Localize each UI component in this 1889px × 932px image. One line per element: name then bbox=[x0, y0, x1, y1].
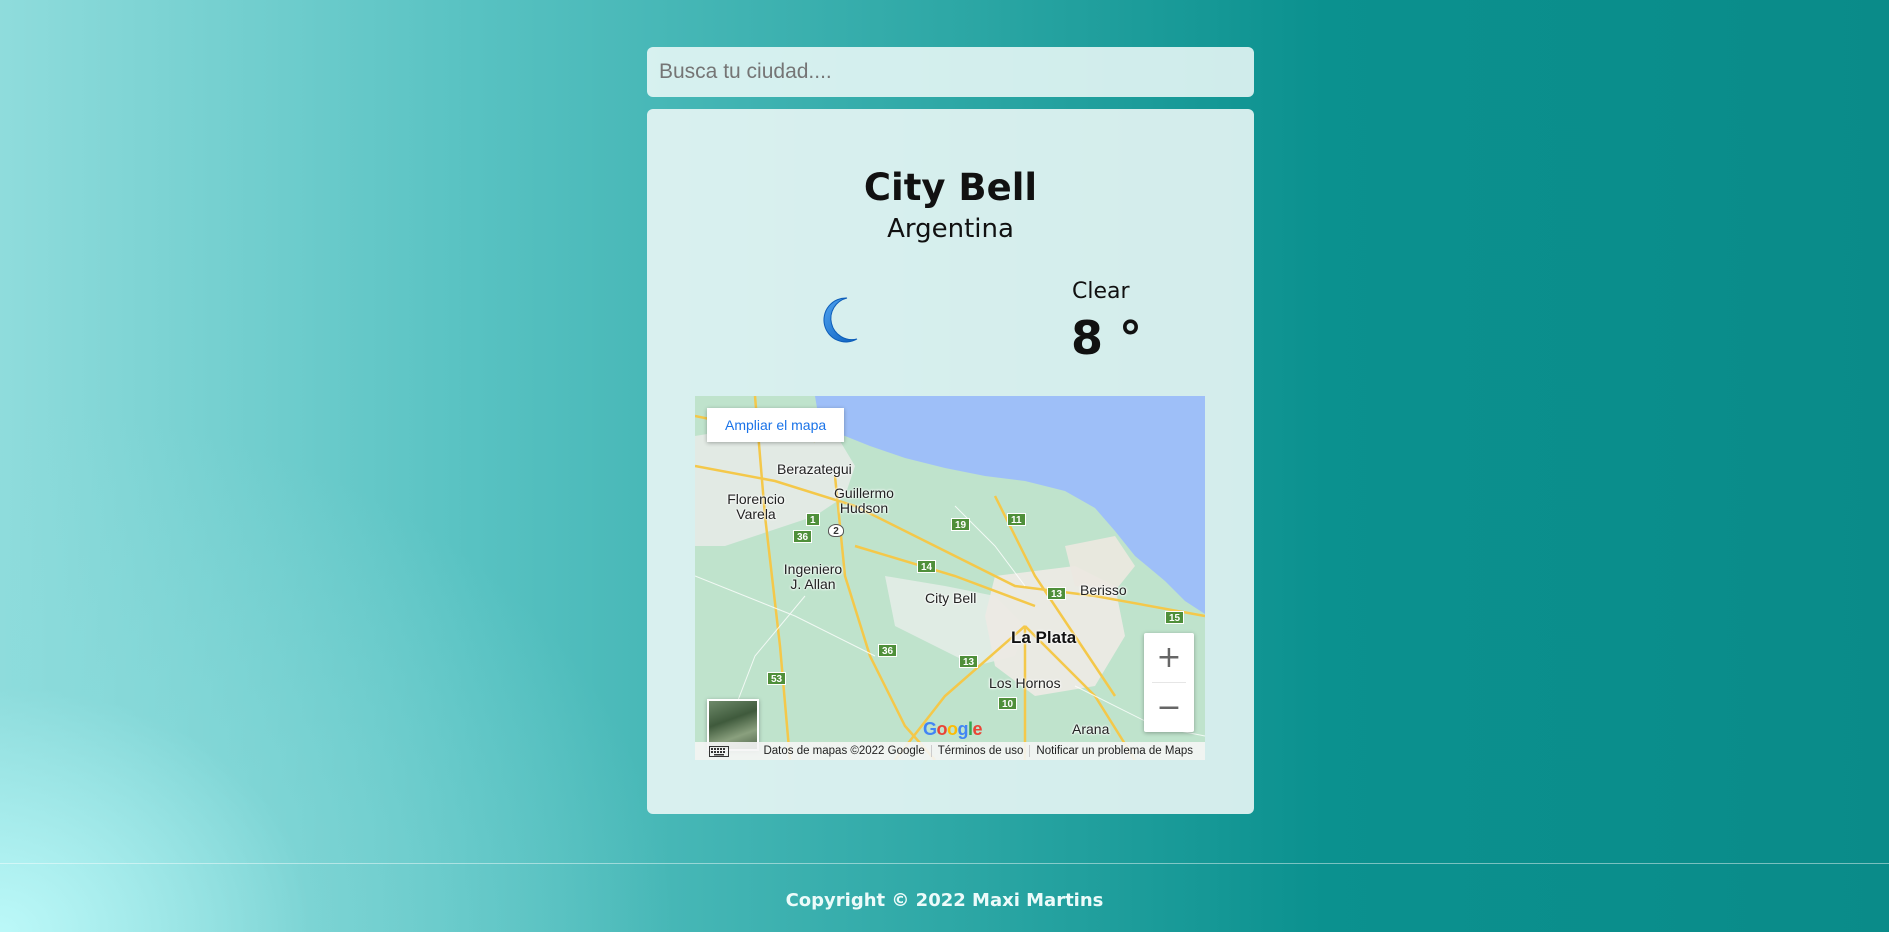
expand-map-button[interactable]: Ampliar el mapa bbox=[707, 408, 845, 442]
map-label-los-hornos: Los Hornos bbox=[989, 675, 1061, 691]
zoom-control: + − bbox=[1144, 633, 1194, 732]
country-name: Argentina bbox=[887, 214, 1014, 244]
terms-of-use-link[interactable]: Términos de uso bbox=[930, 745, 1030, 757]
route-marker: 53 bbox=[767, 672, 787, 685]
search-container bbox=[647, 47, 1254, 97]
map-label-la-plata: La Plata bbox=[1011, 628, 1077, 647]
route-marker: 36 bbox=[793, 530, 813, 543]
footer-divider bbox=[0, 863, 1889, 864]
search-input[interactable] bbox=[647, 47, 1254, 97]
weather-condition: Clear bbox=[1072, 279, 1130, 304]
map-label-ingeniero-allan: Ingeniero J. Allan bbox=[783, 561, 843, 592]
footer-copyright: Copyright © 2022 Maxi Martins bbox=[785, 890, 1104, 911]
route-marker: 19 bbox=[951, 518, 971, 531]
map-canvas[interactable] bbox=[695, 396, 1205, 760]
google-logo: Google bbox=[923, 719, 983, 739]
route-marker: 2 bbox=[828, 524, 844, 537]
map-label-berazategui: Berazategui bbox=[777, 461, 852, 477]
map-label-arana: Arana bbox=[1072, 721, 1110, 737]
route-marker: 13 bbox=[1047, 587, 1067, 600]
route-marker: 36 bbox=[878, 644, 898, 657]
route-marker: 15 bbox=[1165, 611, 1185, 624]
report-problem-link[interactable]: Notificar un problema de Maps bbox=[1029, 745, 1199, 757]
city-name: City Bell bbox=[863, 166, 1038, 209]
zoom-in-button[interactable]: + bbox=[1144, 633, 1194, 682]
route-marker: 13 bbox=[959, 655, 979, 668]
route-marker: 11 bbox=[1007, 513, 1026, 526]
map-embed[interactable]: Berazategui Florencio Varela Guillermo H… bbox=[695, 396, 1205, 760]
zoom-out-button[interactable]: − bbox=[1144, 683, 1194, 732]
map-label-city-bell: City Bell bbox=[925, 590, 977, 606]
map-label-berisso: Berisso bbox=[1080, 582, 1127, 598]
map-label-guillermo-hudson: Guillermo Hudson bbox=[834, 485, 894, 516]
map-label-florencio-varela: Florencio Varela bbox=[727, 491, 785, 522]
map-data-attribution: Datos de mapas ©2022 Google bbox=[763, 745, 925, 757]
route-marker: 1 bbox=[806, 513, 820, 526]
weather-card: City Bell Argentina Clear 8 ° Berazategu… bbox=[647, 109, 1254, 814]
route-marker: 14 bbox=[917, 560, 937, 573]
route-marker: 10 bbox=[998, 697, 1018, 710]
keyboard-icon[interactable] bbox=[709, 746, 729, 757]
map-attribution-bar: Datos de mapas ©2022 Google Términos de … bbox=[695, 742, 1205, 760]
temperature: 8 ° bbox=[1071, 311, 1143, 365]
moon-icon bbox=[823, 297, 858, 343]
